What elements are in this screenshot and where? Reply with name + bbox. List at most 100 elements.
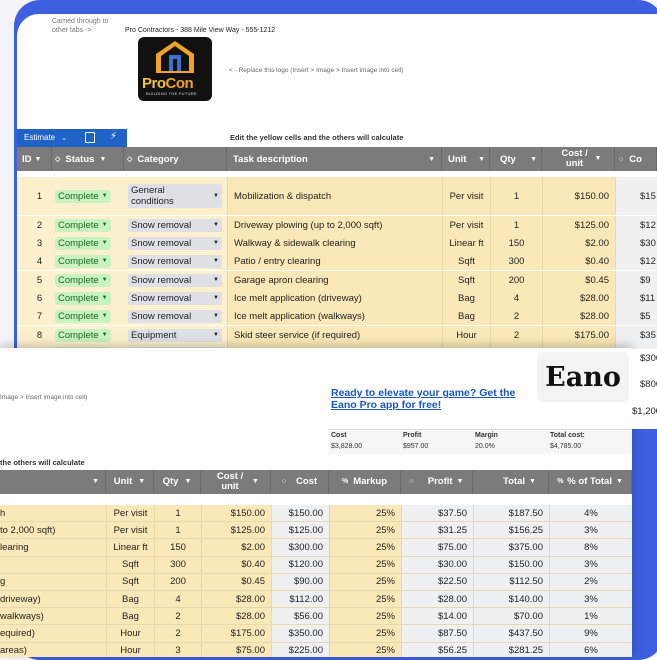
cell-markup[interactable]: 25% <box>329 591 401 608</box>
cell-cost-unit[interactable]: $28.00 <box>201 591 271 608</box>
cell-unit[interactable]: Sqft <box>442 252 490 271</box>
header-task-tail[interactable]: ▼ <box>0 470 106 494</box>
header-cost-unit[interactable]: Cost / unit ▼ <box>201 470 271 494</box>
cell-status[interactable]: Complete▼ <box>52 289 124 308</box>
cell-status[interactable]: Complete▼ <box>52 234 124 253</box>
header-profit[interactable]: ○ Profit ▼ <box>401 470 473 494</box>
status-pill[interactable]: Complete▼ <box>55 273 111 287</box>
cell-task-tail[interactable]: to 2,000 sqft) <box>0 522 106 539</box>
header-cost[interactable]: ○ Co <box>615 147 657 171</box>
cell-category[interactable]: Snow removal ▼ <box>124 289 227 308</box>
category-pill[interactable]: Snow removal ▼ <box>128 236 222 250</box>
cell-unit[interactable]: Sqft <box>106 556 154 573</box>
cell-qty[interactable]: 1 <box>490 177 542 215</box>
cell-status[interactable]: Complete▼ <box>52 177 124 215</box>
eano-brand[interactable]: Eano <box>537 352 629 402</box>
company-logo[interactable]: ProCon BUILDING THE FUTURE <box>138 37 212 101</box>
header-unit[interactable]: Unit ▼ <box>106 470 154 494</box>
status-pill[interactable]: Complete▼ <box>55 291 111 305</box>
cell-unit[interactable]: Linear ft <box>106 539 154 556</box>
cell-task[interactable]: Patio / entry clearing <box>227 252 442 271</box>
lightning-icon[interactable]: ⚡︎ <box>110 131 117 142</box>
cell-cost-unit[interactable]: $150.00 <box>201 505 271 522</box>
cell-unit[interactable]: Sqft <box>442 271 490 290</box>
cell-unit[interactable]: Bag <box>106 608 154 625</box>
category-pill[interactable]: Snow removal ▼ <box>128 291 222 305</box>
cell-unit[interactable]: Per visit <box>106 505 154 522</box>
cell-id[interactable]: 4 <box>17 252 52 271</box>
header-unit[interactable]: Unit ▼ <box>442 147 490 171</box>
cell-id[interactable]: 5 <box>17 271 52 290</box>
cell-markup[interactable]: 25% <box>329 505 401 522</box>
cell-task[interactable]: Driveway plowing (up to 2,000 sqft) <box>227 216 442 235</box>
cell-unit[interactable]: Hour <box>106 625 154 642</box>
cell-category[interactable]: Snow removal ▼ <box>124 234 227 253</box>
header-id[interactable]: ID ▼ <box>17 147 52 171</box>
cell-task[interactable]: Ice melt application (walkways) <box>227 307 442 326</box>
header-qty[interactable]: Qty ▼ <box>490 147 542 171</box>
cell-qty[interactable]: 4 <box>154 591 201 608</box>
cell-cost-unit[interactable]: $0.40 <box>201 556 271 573</box>
cell-cost-unit[interactable]: $28.00 <box>542 307 615 326</box>
category-pill[interactable]: Snow removal ▼ <box>128 309 222 323</box>
cell-unit[interactable]: Per visit <box>442 177 490 215</box>
cell-cost-unit[interactable]: $2.00 <box>542 234 615 253</box>
cell-qty[interactable]: 3 <box>154 642 201 657</box>
cell-unit[interactable]: Hour <box>106 642 154 657</box>
cell-task[interactable]: Garage apron clearing <box>227 271 442 290</box>
cell-qty[interactable]: 2 <box>490 307 542 326</box>
cell-task[interactable]: Skid steer service (if required) <box>227 326 442 345</box>
cell-cost-unit[interactable]: $175.00 <box>542 326 615 345</box>
cell-category[interactable]: Snow removal ▼ <box>124 307 227 326</box>
cell-unit[interactable]: Per visit <box>106 522 154 539</box>
cell-cost-unit[interactable]: $0.40 <box>542 252 615 271</box>
cell-qty[interactable]: 300 <box>154 556 201 573</box>
header-status[interactable]: ◇ Status ▼ <box>52 147 124 171</box>
header-pct-total[interactable]: %% of Total ▼ <box>549 470 632 494</box>
cell-task-tail[interactable]: g <box>0 573 106 590</box>
promo-link[interactable]: Ready to elevate your game? Get the Eano… <box>331 387 531 411</box>
cell-cost-unit[interactable]: $75.00 <box>201 642 271 657</box>
cell-task-tail[interactable]: learing <box>0 539 106 556</box>
cell-qty[interactable]: 200 <box>154 573 201 590</box>
cell-category[interactable]: Snow removal ▼ <box>124 216 227 235</box>
cell-task-tail[interactable]: driveway) <box>0 591 106 608</box>
header-task[interactable]: Task description ▼ <box>227 147 442 171</box>
category-pill[interactable]: Snow removal ▼ <box>128 218 222 232</box>
status-pill[interactable]: Complete▼ <box>55 218 111 232</box>
cell-qty[interactable]: 4 <box>490 289 542 308</box>
cell-status[interactable]: Complete▼ <box>52 271 124 290</box>
cell-task-tail[interactable]: areas) <box>0 642 106 657</box>
category-pill[interactable]: General conditions ▼ <box>128 184 222 208</box>
header-cost-unit[interactable]: Cost / unit ▼ <box>542 147 615 171</box>
header-markup[interactable]: % Markup <box>329 470 401 494</box>
cell-cost-unit[interactable]: $28.00 <box>542 289 615 308</box>
status-pill[interactable]: Complete▼ <box>55 254 111 268</box>
cell-status[interactable]: Complete▼ <box>52 326 124 345</box>
header-total[interactable]: Total ▼ <box>473 470 549 494</box>
cell-unit[interactable]: Bag <box>106 591 154 608</box>
cell-unit[interactable]: Sqft <box>106 573 154 590</box>
cell-task[interactable]: Mobilization & dispatch <box>227 177 442 215</box>
cell-qty[interactable]: 2 <box>154 608 201 625</box>
cell-task-tail[interactable]: walkways) <box>0 608 106 625</box>
cell-markup[interactable]: 25% <box>329 539 401 556</box>
table-icon[interactable] <box>85 132 95 143</box>
cell-unit[interactable]: Bag <box>442 289 490 308</box>
cell-cost-unit[interactable]: $125.00 <box>542 216 615 235</box>
status-pill[interactable]: Complete▼ <box>55 328 111 342</box>
cell-markup[interactable]: 25% <box>329 556 401 573</box>
cell-unit[interactable]: Per visit <box>442 216 490 235</box>
cell-id[interactable]: 7 <box>17 307 52 326</box>
cell-task-tail[interactable]: equired) <box>0 625 106 642</box>
cell-category[interactable]: Snow removal ▼ <box>124 271 227 290</box>
cell-category[interactable]: Equipment ▼ <box>124 326 227 345</box>
cell-status[interactable]: Complete▼ <box>52 307 124 326</box>
cell-qty[interactable]: 150 <box>490 234 542 253</box>
header-cost[interactable]: ○ Cost <box>271 470 329 494</box>
cell-qty[interactable]: 1 <box>490 216 542 235</box>
cell-id[interactable]: 8 <box>17 326 52 345</box>
status-pill[interactable]: Complete▼ <box>55 309 111 323</box>
cell-task-tail[interactable]: h <box>0 505 106 522</box>
category-pill[interactable]: Equipment ▼ <box>128 328 222 342</box>
